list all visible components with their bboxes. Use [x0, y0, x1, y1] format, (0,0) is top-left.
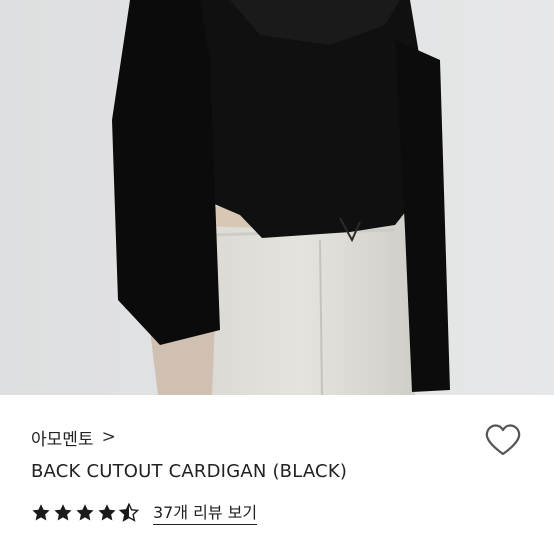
product-info-panel: 아모멘토 > BACK CUTOUT CARDIGAN (BLACK) 37개 …: [0, 395, 554, 554]
brand-link[interactable]: 아모멘토 >: [31, 425, 116, 451]
product-image[interactable]: [0, 0, 554, 395]
star-icon: [119, 502, 139, 522]
review-link[interactable]: 37개 리뷰 보기: [153, 499, 258, 525]
chevron-right-icon: >: [101, 426, 116, 447]
star-icon: [98, 503, 116, 520]
heart-outline-icon: [485, 424, 521, 456]
wishlist-button[interactable]: [484, 422, 522, 458]
rating-row: 37개 리뷰 보기: [31, 499, 258, 525]
product-photo-illustration: [0, 0, 554, 395]
star-icon: [32, 503, 50, 520]
star-icon: [54, 503, 72, 520]
brand-name: 아모멘토: [31, 430, 94, 450]
star-rating: [31, 502, 139, 522]
star-icon: [76, 503, 94, 520]
product-title: BACK CUTOUT CARDIGAN (BLACK): [31, 461, 348, 482]
